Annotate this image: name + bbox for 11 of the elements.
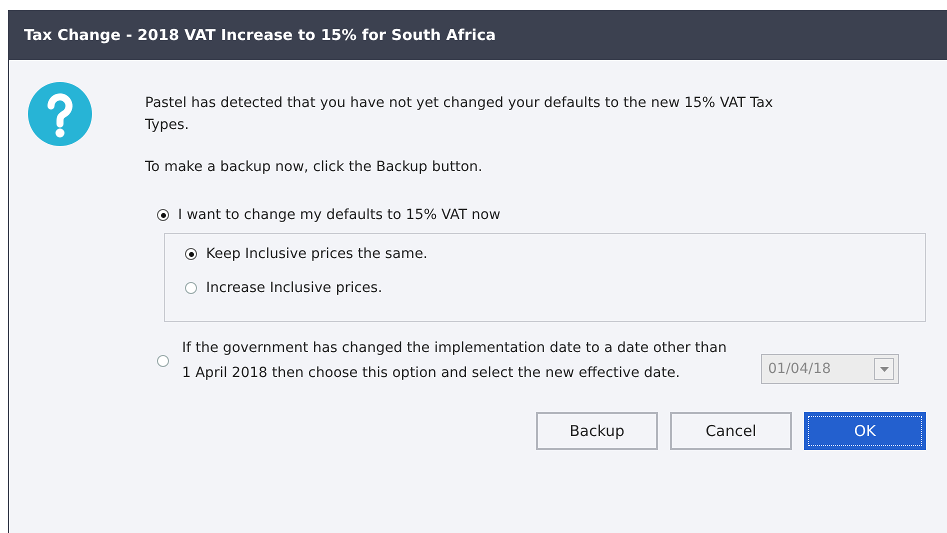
question-icon: [28, 82, 92, 146]
radio-option[interactable]: I want to change my defaults to 15% VAT now: [157, 207, 500, 223]
window-title: Tax Change - 2018 VAT Increase to 15% for South Africa: [9, 10, 947, 60]
dialog-button[interactable]: Cancel: [670, 412, 792, 450]
dialog-button[interactable]: Backup: [536, 412, 658, 450]
radio-option[interactable]: Increase Inclusive prices.: [185, 280, 382, 296]
radio-option[interactable]: Keep Inclusive prices the same.: [185, 246, 428, 262]
caret-icon: [880, 366, 888, 372]
message-text: To make a backup now, click the Backup button.: [145, 158, 484, 177]
message-text: Pastel has detected that you have not yet changed your defaults to the new 15% VAT Tax Types.: [145, 94, 774, 135]
dialog-button[interactable]: OK: [804, 412, 926, 450]
